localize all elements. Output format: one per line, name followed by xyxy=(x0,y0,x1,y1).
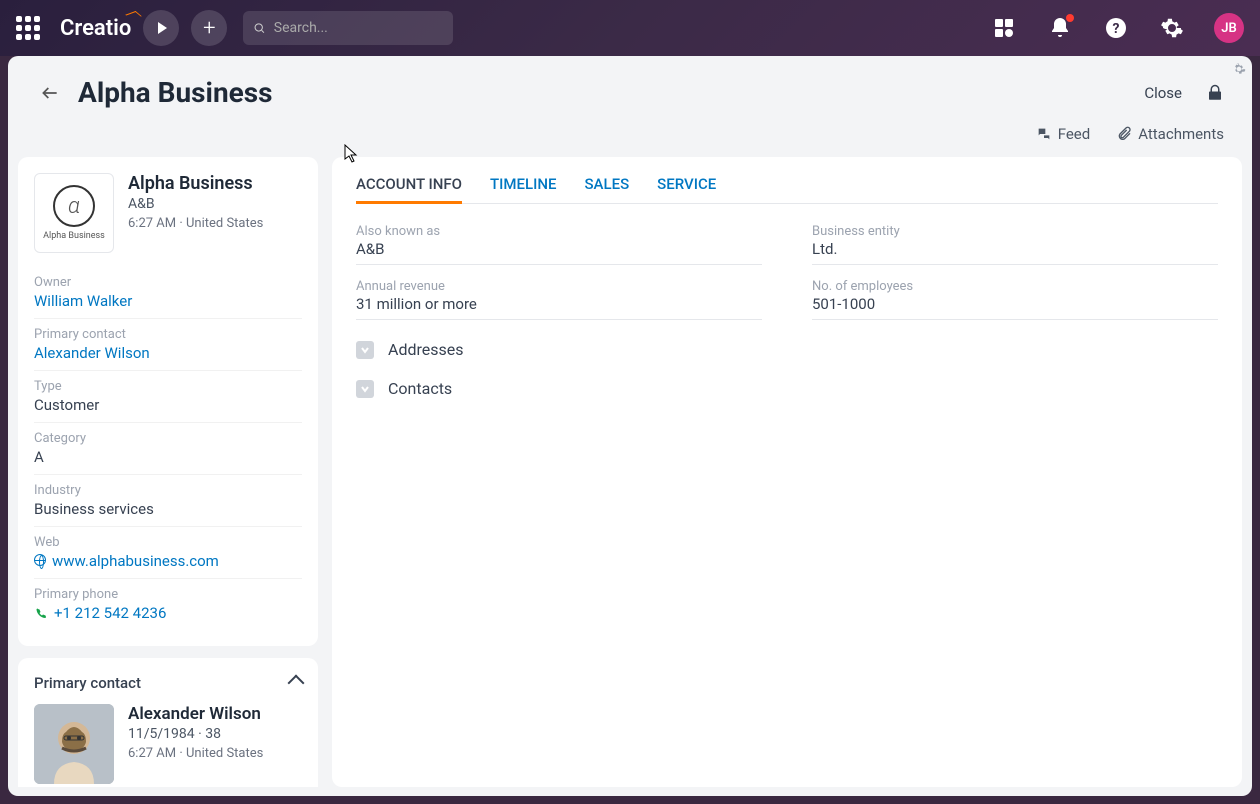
primary-contact-link[interactable]: Alexander Wilson xyxy=(34,344,302,362)
phone-icon xyxy=(34,608,48,620)
feed-button[interactable]: Feed xyxy=(1036,125,1091,143)
feed-icon xyxy=(1036,126,1052,142)
run-process-button[interactable] xyxy=(143,10,179,46)
primary-contact-card: Primary contact Alexander Wilson 11/5/19… xyxy=(18,658,318,787)
industry-value: Business services xyxy=(34,500,302,518)
company-short-name: A&B xyxy=(128,196,263,212)
search-input[interactable] xyxy=(274,20,444,36)
plus-icon: + xyxy=(203,16,215,41)
owner-label: Owner xyxy=(34,275,302,290)
company-meta: 6:27 AM · United States xyxy=(128,216,263,231)
chevron-down-icon xyxy=(356,341,374,359)
contact-photo xyxy=(34,704,114,784)
tab-sales[interactable]: SALES xyxy=(584,171,629,203)
category-label: Category xyxy=(34,431,302,446)
back-button[interactable] xyxy=(36,79,64,107)
web-link[interactable]: www.alphabusiness.com xyxy=(34,552,302,570)
add-button[interactable]: + xyxy=(191,10,227,46)
tab-account-info[interactable]: ACCOUNT INFO xyxy=(356,171,462,203)
category-value: A xyxy=(34,448,302,466)
attachments-button[interactable]: Attachments xyxy=(1116,125,1224,143)
web-label: Web xyxy=(34,535,302,550)
revenue-field[interactable]: Annual revenue 31 million or more xyxy=(356,273,762,320)
primary-contact-section-title: Primary contact xyxy=(34,674,141,692)
company-summary-card: α Alpha Business Alpha Business A&B 6:27… xyxy=(18,157,318,646)
search-box[interactable] xyxy=(243,11,453,45)
type-label: Type xyxy=(34,379,302,394)
globe-icon xyxy=(34,554,46,566)
company-logo: α Alpha Business xyxy=(34,173,114,253)
contact-meta: 6:27 AM · United States xyxy=(128,746,263,761)
phone-label: Primary phone xyxy=(34,587,302,602)
type-value: Customer xyxy=(34,396,302,414)
aka-field[interactable]: Also known as A&B xyxy=(356,218,762,265)
owner-link[interactable]: William Walker xyxy=(34,292,302,310)
shapes-icon[interactable] xyxy=(992,16,1016,40)
company-name: Alpha Business xyxy=(128,173,263,194)
lock-icon[interactable] xyxy=(1206,84,1224,102)
entity-field[interactable]: Business entity Ltd. xyxy=(812,218,1218,265)
contacts-section[interactable]: Contacts xyxy=(356,379,1218,398)
contact-dob: 11/5/1984 · 38 xyxy=(128,726,263,742)
contact-name: Alexander Wilson xyxy=(128,704,263,724)
chevron-up-icon[interactable] xyxy=(288,675,305,692)
phone-link[interactable]: +1 212 542 4236 xyxy=(34,604,302,622)
primary-contact-label: Primary contact xyxy=(34,327,302,342)
close-button[interactable]: Close xyxy=(1144,84,1182,102)
addresses-section[interactable]: Addresses xyxy=(356,340,1218,359)
employees-field[interactable]: No. of employees 501-1000 xyxy=(812,273,1218,320)
user-avatar[interactable]: JB xyxy=(1214,13,1244,43)
settings-icon[interactable] xyxy=(1160,16,1184,40)
tab-service[interactable]: SERVICE xyxy=(657,171,716,203)
play-icon xyxy=(158,22,167,34)
tab-timeline[interactable]: TIMELINE xyxy=(490,171,556,203)
svg-text:?: ? xyxy=(1113,21,1120,37)
search-icon xyxy=(253,21,265,35)
paperclip-icon xyxy=(1116,126,1132,142)
notifications-icon[interactable] xyxy=(1048,16,1072,40)
chevron-down-icon xyxy=(356,380,374,398)
logo: Creatio xyxy=(60,16,131,41)
apps-menu-icon[interactable] xyxy=(16,16,40,40)
industry-label: Industry xyxy=(34,483,302,498)
notification-dot xyxy=(1066,14,1074,22)
help-icon[interactable]: ? xyxy=(1104,16,1128,40)
page-title: Alpha Business xyxy=(78,76,273,109)
